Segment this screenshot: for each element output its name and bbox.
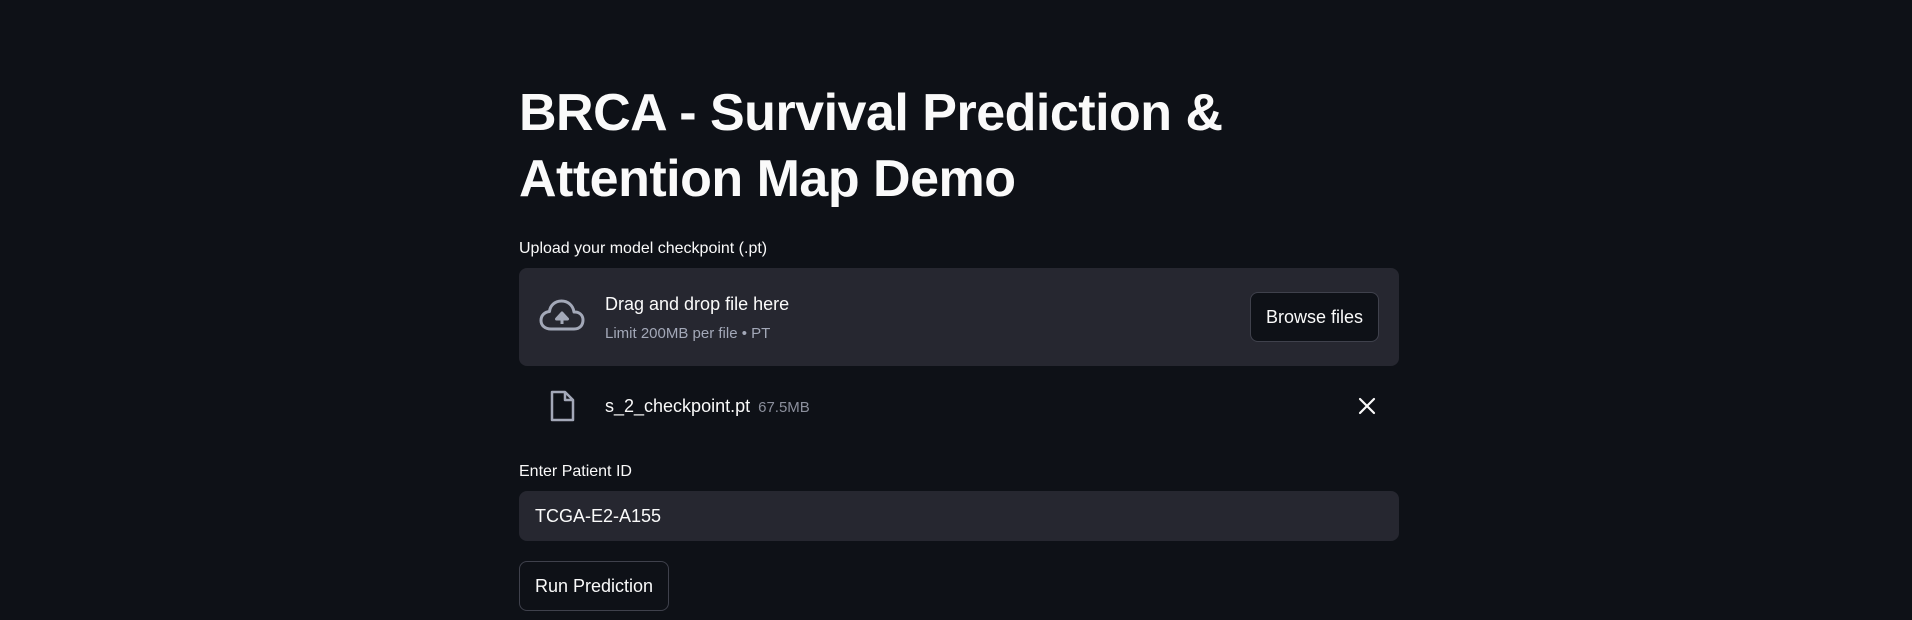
run-prediction-button[interactable]: Run Prediction [519,561,670,611]
cloud-upload-icon [539,299,585,331]
page-title: BRCA - Survival Prediction & Attention M… [519,84,1223,208]
file-size: 67.5MB [758,399,810,416]
patient-id-input[interactable] [519,491,1399,541]
browse-files-button[interactable]: Browse files [1249,292,1379,342]
patient-id-label: Enter Patient ID [519,463,632,480]
uploader-label: Upload your model checkpoint (.pt) [519,240,768,257]
dropzone-limit: Limit 200MB per file • PT [605,325,771,342]
close-icon[interactable] [1355,394,1379,418]
dropzone-instructions: Drag and drop file here [605,294,790,314]
file-icon [550,390,575,422]
uploaded-file-info: s_2_checkpoint.pt 67.5MB [605,395,810,419]
file-name: s_2_checkpoint.pt [605,396,751,416]
uploaded-file-row: s_2_checkpoint.pt 67.5MB [519,384,1399,428]
file-dropzone[interactable]: Drag and drop file here Limit 200MB per … [519,268,1399,366]
